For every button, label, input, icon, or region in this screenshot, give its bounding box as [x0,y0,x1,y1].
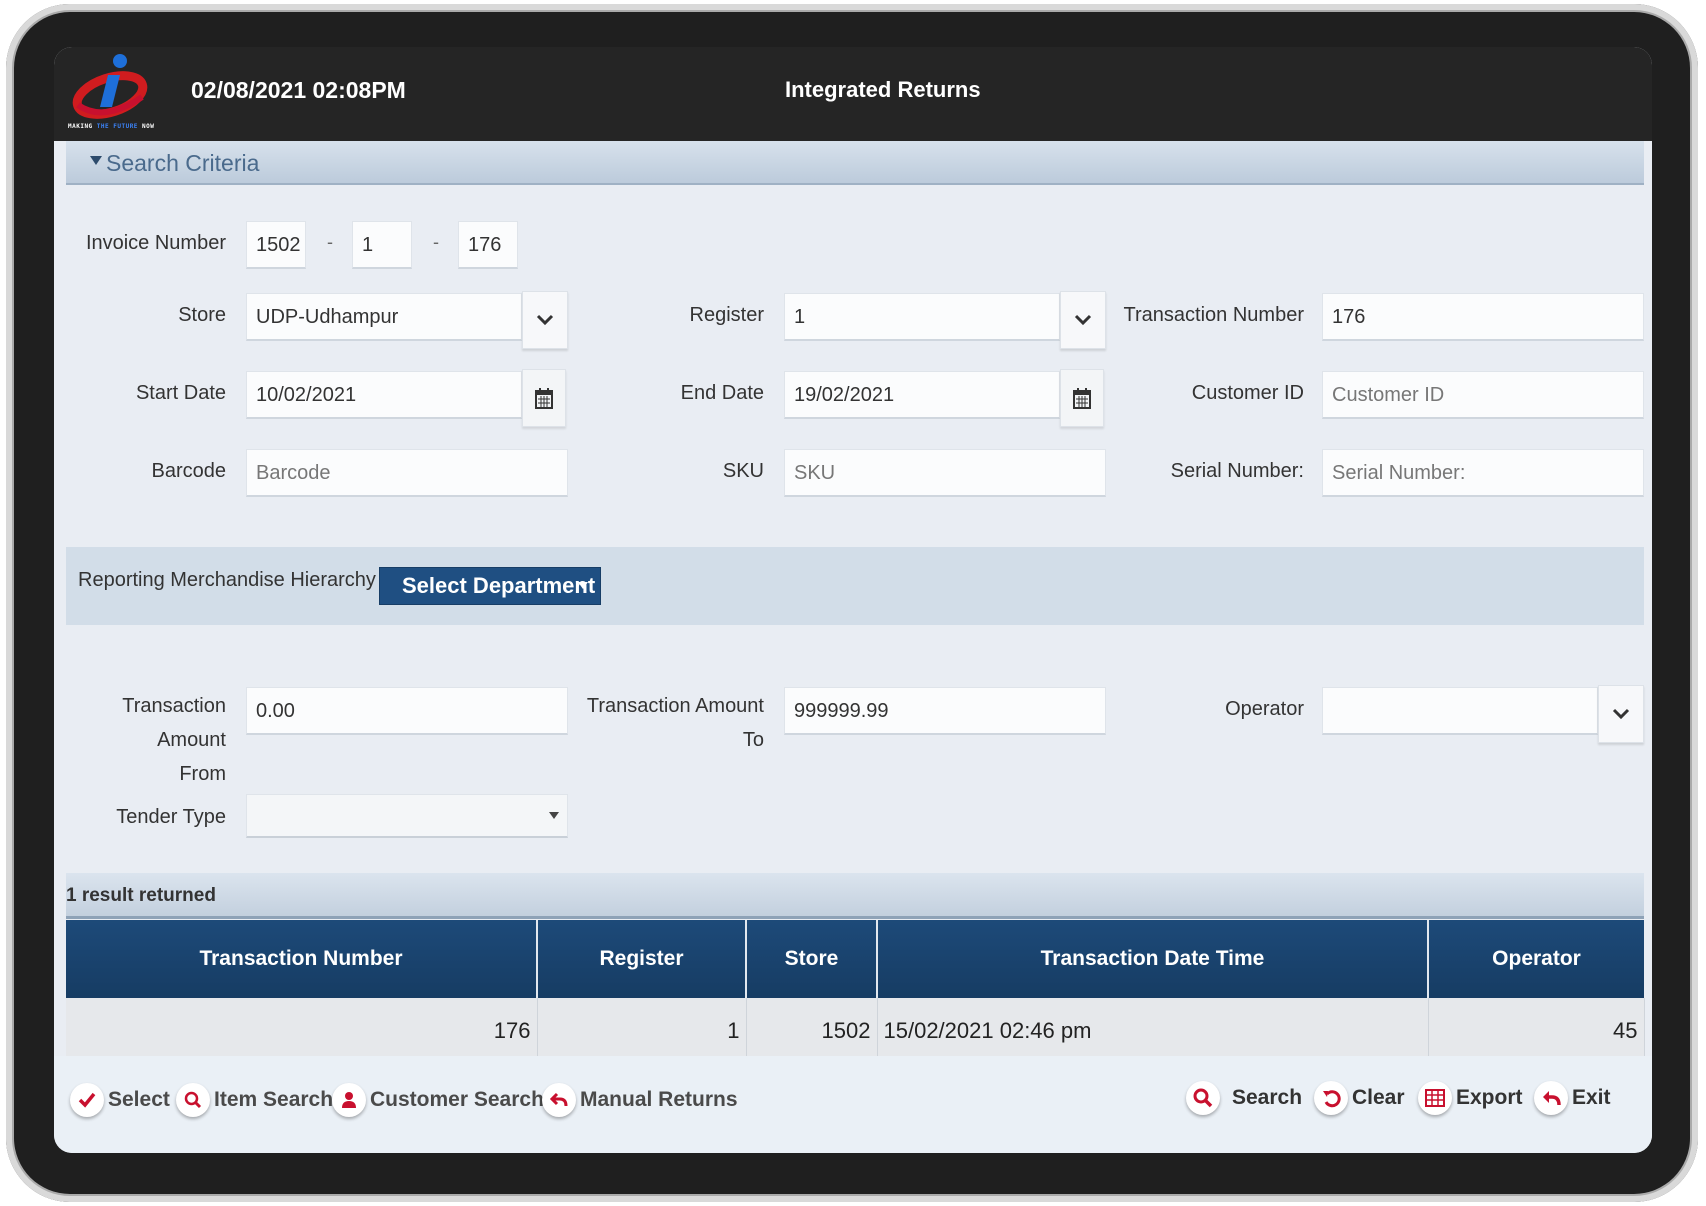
transaction-number-input[interactable]: 176 [1322,293,1644,341]
amount-from-input[interactable]: 0.00 [246,687,568,735]
end-date-input[interactable]: 19/02/2021 [784,371,1060,419]
column-header-transaction-number[interactable]: Transaction Number [66,920,538,998]
column-header-transaction-date-time[interactable]: Transaction Date Time [877,920,1429,998]
checkmark-icon [70,1083,104,1117]
amount-to-label: Transaction Amount To [574,689,764,757]
serial-number-label: Serial Number: [1170,460,1304,482]
collapse-triangle-icon [90,156,102,165]
sku-label: SKU [722,460,764,482]
transaction-number-label: Transaction Number [1123,304,1304,326]
table-icon [1418,1081,1452,1115]
start-date-input[interactable]: 10/02/2021 [246,371,522,419]
register-label: Register [689,304,764,326]
store-select[interactable]: UDP-Udhampur [246,293,522,341]
store-dropdown-button[interactable] [522,291,568,349]
exit-button[interactable]: Exit [1534,1076,1611,1120]
start-date-label: Start Date [135,382,226,404]
merchandise-hierarchy-band: Reporting Merchandise Hierarchy Select D… [66,547,1644,625]
search-icon [1186,1081,1220,1115]
customer-id-label: Customer ID [1191,382,1304,404]
app-header: MAKING THE FUTURE NOW 02/08/2021 02:08PM… [54,47,1652,141]
column-header-register[interactable]: Register [537,920,747,998]
logo-tagline: MAKING THE FUTURE NOW [68,123,155,130]
customer-id-input[interactable]: Customer ID [1322,371,1644,419]
item-search-button-label: Item Search [214,1088,334,1111]
register-select[interactable]: 1 [784,293,1060,341]
cell-transaction-number: 176 [66,998,538,1064]
bottom-toolbar: Select Item Search Customer Search Manua… [54,1056,1652,1153]
invoice-part3-input[interactable]: 176 [458,221,518,269]
operator-dropdown-button[interactable] [1598,685,1644,743]
customer-search-button[interactable]: Customer Search [332,1078,544,1122]
clear-button-label: Clear [1352,1086,1405,1109]
search-button-label: Search [1232,1086,1303,1109]
serial-number-input[interactable]: Serial Number: [1322,449,1644,497]
amount-from-label: Transaction Amount From [66,689,226,791]
exit-button-label: Exit [1572,1086,1611,1109]
column-header-store[interactable]: Store [746,920,878,998]
manual-returns-button-label: Manual Returns [580,1088,738,1111]
invoice-separator: - [433,232,439,252]
select-button[interactable]: Select [70,1078,170,1122]
store-label: Store [178,304,226,326]
start-date-calendar-button[interactable] [522,369,566,427]
results-summary-bar: 1 result returned [66,873,1644,919]
cell-register: 1 [537,998,747,1064]
item-search-button[interactable]: Item Search [176,1078,333,1122]
customer-search-button-label: Customer Search [370,1088,544,1111]
merchandise-hierarchy-label: Reporting Merchandise Hierarchy [78,569,376,591]
operator-label: Operator [1225,698,1304,720]
select-button-label: Select [108,1088,170,1111]
return-arrow-icon [542,1083,576,1117]
chevron-down-icon [1612,708,1630,720]
results-count: 1 result returned [66,885,216,906]
search-criteria-title: Search Criteria [106,150,260,176]
amount-to-label-line1: Transaction Amount [586,695,764,717]
select-department-label: Select Department [402,573,596,598]
invoice-part2-input[interactable]: 1 [352,221,412,269]
invoice-part1-input[interactable]: 1502 [246,221,306,269]
user-icon [332,1083,366,1117]
end-date-label: End Date [680,382,764,404]
amount-from-label-line1: Transaction Amount [122,695,226,751]
reply-arrow-icon [1534,1081,1568,1115]
invoice-separator: - [327,232,333,252]
clear-button[interactable]: Clear [1314,1076,1405,1120]
export-button[interactable]: Export [1418,1076,1523,1120]
manual-returns-button[interactable]: Manual Returns [542,1078,738,1122]
tender-type-label: Tender Type [116,806,226,828]
header-datetime: 02/08/2021 02:08PM [191,77,406,103]
caret-down-icon [578,582,588,589]
chevron-down-icon [536,314,554,326]
export-button-label: Export [1456,1086,1523,1109]
amount-to-label-line2: To [742,729,764,751]
cell-operator: 45 [1428,998,1645,1064]
select-department-button[interactable]: Select Department [379,567,601,605]
search-criteria-header[interactable]: Search Criteria [66,141,1644,185]
page-title: Integrated Returns [785,77,981,102]
app-screen: MAKING THE FUTURE NOW 02/08/2021 02:08PM… [54,47,1652,1153]
barcode-input[interactable]: Barcode [246,449,568,497]
calendar-icon [535,388,553,409]
search-button[interactable]: Search [1186,1076,1302,1120]
amount-from-label-line2: From [179,763,226,785]
invoice-number-label: Invoice Number [85,232,226,254]
tender-type-select[interactable] [246,794,568,838]
barcode-label: Barcode [151,460,227,482]
search-icon [176,1083,210,1117]
column-header-operator[interactable]: Operator [1428,920,1644,998]
undo-icon [1314,1081,1348,1115]
cell-store: 1502 [746,998,878,1064]
table-row[interactable]: 176 1 1502 15/02/2021 02:46 pm 45 [66,998,1645,1064]
caret-down-icon [549,812,559,819]
cell-transaction-date-time: 15/02/2021 02:46 pm [877,998,1429,1064]
operator-select[interactable] [1322,687,1598,735]
results-table: Transaction Number Register Store Transa… [66,920,1645,1064]
